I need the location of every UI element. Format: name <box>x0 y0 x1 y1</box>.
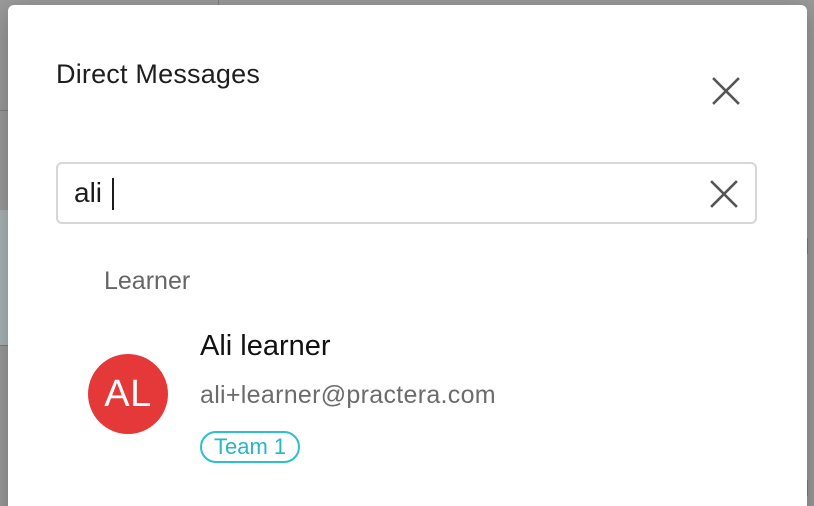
user-name: Ali learner <box>200 330 331 362</box>
dialog-title: Direct Messages <box>56 59 261 89</box>
section-label-learner: Learner <box>104 267 191 295</box>
clear-icon <box>710 180 738 208</box>
search-input[interactable] <box>74 172 674 214</box>
search-field <box>56 162 757 224</box>
avatar: AL <box>88 354 168 434</box>
close-button[interactable] <box>706 71 746 111</box>
user-result-item[interactable]: AL Ali learner ali+learner@practera.com … <box>68 323 748 473</box>
clear-search-button[interactable] <box>707 177 741 211</box>
user-email: ali+learner@practera.com <box>200 381 496 409</box>
background-edge <box>807 480 814 496</box>
close-icon <box>712 77 740 105</box>
direct-messages-dialog: Direct Messages Learner AL Ali learner a… <box>8 5 807 506</box>
background-edge <box>807 238 814 254</box>
team-badge: Team 1 <box>200 431 301 463</box>
text-caret <box>112 178 114 210</box>
